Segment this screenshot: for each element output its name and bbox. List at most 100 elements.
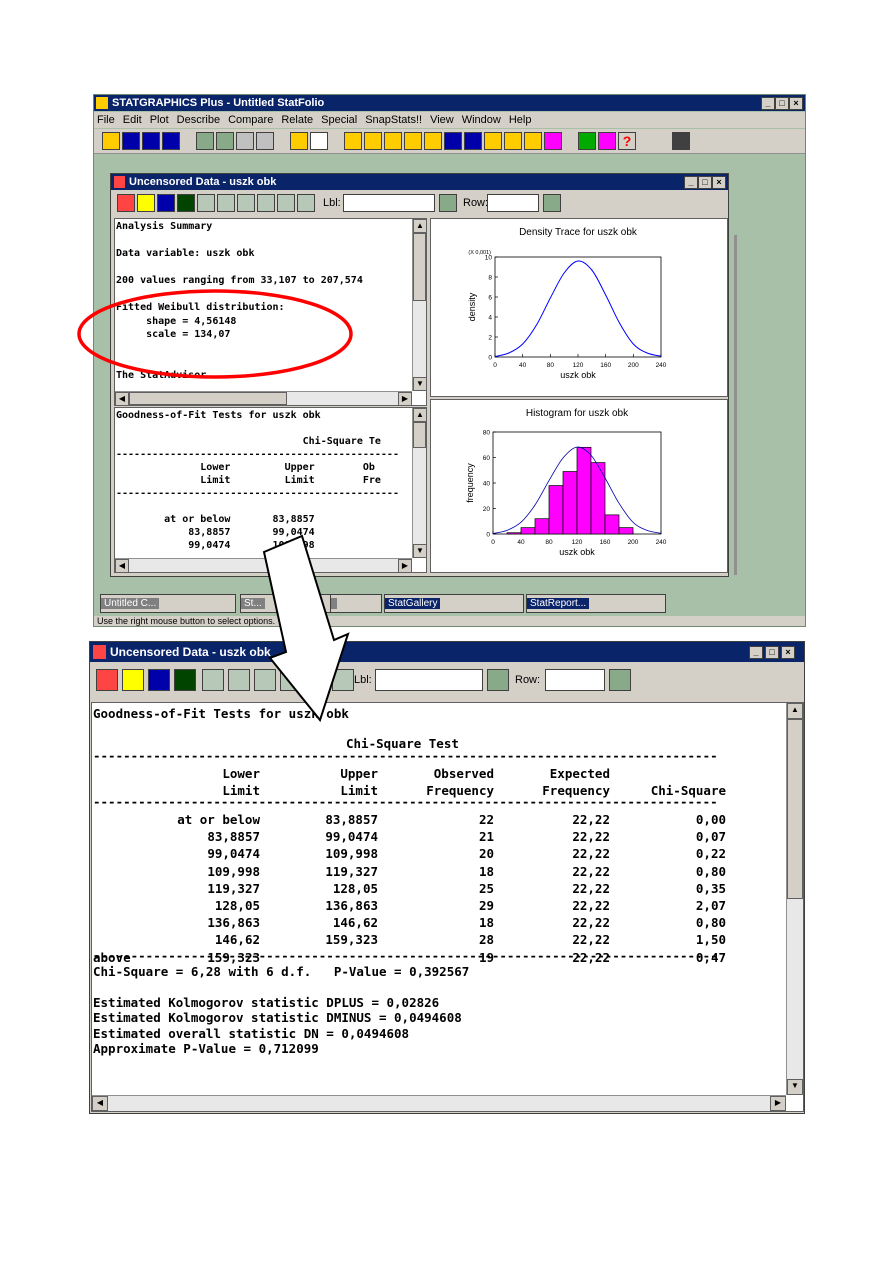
report-icon[interactable]: [544, 132, 562, 150]
menu-view[interactable]: View: [430, 114, 454, 126]
menu-compare[interactable]: Compare: [228, 114, 273, 126]
move-icon[interactable]: [217, 194, 235, 212]
tabular-options-icon[interactable]: [137, 194, 155, 212]
barchart-icon[interactable]: [384, 132, 402, 150]
close-button[interactable]: ×: [789, 97, 803, 110]
datasheet-icon[interactable]: [142, 132, 160, 150]
scroll-right-icon[interactable]: ▶: [770, 1096, 786, 1111]
gof-small-vscroll[interactable]: ▲ ▼: [412, 408, 426, 558]
regression-icon[interactable]: [484, 132, 502, 150]
row-input[interactable]: [545, 669, 605, 691]
scroll-up-icon[interactable]: ▲: [413, 408, 426, 422]
menu-help[interactable]: Help: [509, 114, 532, 126]
save-icon[interactable]: [122, 132, 140, 150]
wave-icon[interactable]: [444, 132, 462, 150]
smooth-icon[interactable]: [297, 194, 315, 212]
scroll-thumb[interactable]: [787, 719, 803, 899]
scroll-up-icon[interactable]: ▲: [787, 703, 803, 719]
row-input[interactable]: [487, 194, 539, 212]
scroll-right-icon[interactable]: ▶: [398, 559, 412, 572]
calculator-icon[interactable]: [672, 132, 690, 150]
gof-divider: ----------------------------------------…: [93, 951, 717, 961]
zoom-icon[interactable]: [257, 194, 275, 212]
tabular-options-icon[interactable]: [122, 669, 144, 691]
paste-icon[interactable]: [236, 132, 254, 150]
lbl-input[interactable]: [375, 669, 483, 691]
hscroll-thumb[interactable]: [129, 392, 287, 405]
child-close-button[interactable]: ×: [712, 176, 726, 189]
menu-describe[interactable]: Describe: [177, 114, 220, 126]
minimized-statgallery[interactable]: StatGallery: [384, 594, 524, 613]
tree-icon[interactable]: [524, 132, 542, 150]
lbl-input[interactable]: [343, 194, 435, 212]
menu-special[interactable]: Special: [321, 114, 357, 126]
wizard-icon[interactable]: [598, 132, 616, 150]
exclude-icon[interactable]: [277, 194, 295, 212]
move-icon[interactable]: [228, 669, 250, 691]
scroll-left-icon[interactable]: ◀: [92, 1096, 108, 1111]
open-icon[interactable]: [102, 132, 120, 150]
child-maximize-button[interactable]: □: [698, 176, 712, 189]
cut-icon[interactable]: [196, 132, 214, 150]
graphical-options-icon[interactable]: [157, 194, 175, 212]
binoculars-icon[interactable]: [487, 669, 509, 691]
menu-snapstats[interactable]: SnapStats!!: [365, 114, 422, 126]
analysis2-icon[interactable]: [364, 132, 382, 150]
menu-plot[interactable]: Plot: [150, 114, 169, 126]
scatter-icon[interactable]: [404, 132, 422, 150]
input-dialog-icon[interactable]: [96, 669, 118, 691]
scroll-right-icon[interactable]: ▶: [398, 392, 412, 405]
maximize-button[interactable]: □: [775, 97, 789, 110]
input-dialog-icon[interactable]: [117, 194, 135, 212]
pane-options-icon[interactable]: [197, 194, 215, 212]
minimized-statreport[interactable]: StatReport...: [526, 594, 666, 613]
binoculars-icon[interactable]: [439, 194, 457, 212]
minimize-button[interactable]: _: [761, 97, 775, 110]
scroll-left-icon[interactable]: ◀: [115, 392, 129, 405]
scroll-up-icon[interactable]: ▲: [413, 219, 426, 233]
gof-maximize-button[interactable]: □: [765, 646, 779, 659]
menu-edit[interactable]: Edit: [123, 114, 142, 126]
pane-options-icon[interactable]: [202, 669, 224, 691]
save-results-icon[interactable]: [177, 194, 195, 212]
grid-icon[interactable]: [424, 132, 442, 150]
scroll-down-icon[interactable]: ▼: [787, 1079, 803, 1095]
target-icon[interactable]: [504, 132, 522, 150]
row-class: [92, 828, 156, 845]
scroll-thumb[interactable]: [413, 422, 426, 448]
gof-vscroll[interactable]: ▲ ▼: [786, 703, 803, 1095]
x-tick-label: 200: [628, 362, 639, 369]
minimized-statfolio[interactable]: Untitled C...: [100, 594, 236, 613]
print-icon[interactable]: [290, 132, 308, 150]
row-observed: 25: [478, 880, 494, 896]
binoculars-row-icon[interactable]: [609, 669, 631, 691]
gof-hscroll[interactable]: ◀ ▶: [92, 1095, 786, 1111]
summary-hscroll[interactable]: ◀ ▶: [115, 391, 412, 405]
menu-file[interactable]: File: [97, 114, 115, 126]
calc-icon[interactable]: [162, 132, 180, 150]
scroll-down-icon[interactable]: ▼: [413, 377, 426, 391]
gof-close-button[interactable]: ×: [781, 646, 795, 659]
y-tick-label: 80: [483, 430, 491, 437]
brush-icon[interactable]: [237, 194, 255, 212]
row-upper: 109,998: [325, 846, 378, 862]
summary-vscroll[interactable]: ▲ ▼: [412, 219, 426, 391]
binoculars-row-icon[interactable]: [543, 194, 561, 212]
density-line: [494, 260, 662, 357]
graphical-options-icon[interactable]: [148, 669, 170, 691]
save-results-icon[interactable]: [174, 669, 196, 691]
scroll-thumb[interactable]: [413, 233, 426, 301]
preview-icon[interactable]: [310, 132, 328, 150]
analysis1-icon[interactable]: [344, 132, 362, 150]
undo-icon[interactable]: [256, 132, 274, 150]
scroll-left-icon[interactable]: ◀: [115, 559, 129, 572]
child-minimize-button[interactable]: _: [684, 176, 698, 189]
distribution-icon[interactable]: [464, 132, 482, 150]
menu-relate[interactable]: Relate: [281, 114, 313, 126]
scroll-down-icon[interactable]: ▼: [413, 544, 426, 558]
advisor-icon[interactable]: [578, 132, 596, 150]
menu-window[interactable]: Window: [462, 114, 501, 126]
help-icon[interactable]: ?: [618, 132, 636, 150]
copy-icon[interactable]: [216, 132, 234, 150]
gof-minimize-button[interactable]: _: [749, 646, 763, 659]
